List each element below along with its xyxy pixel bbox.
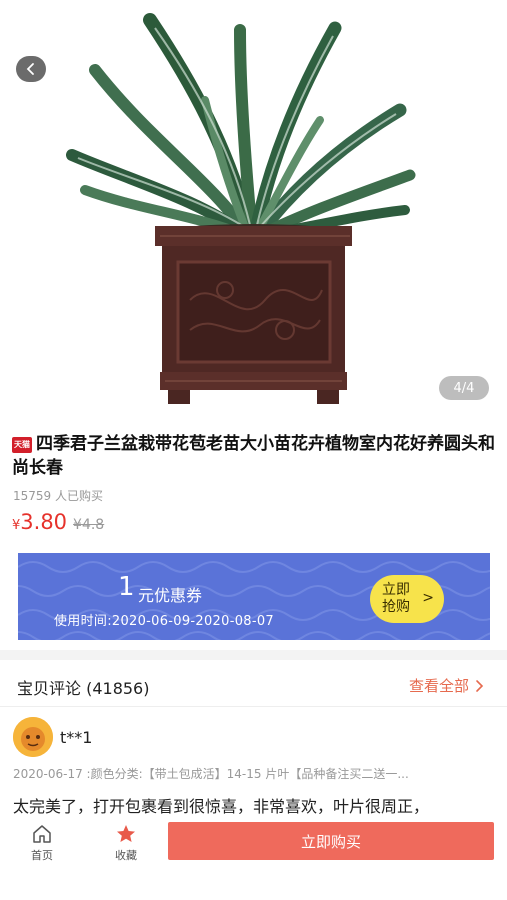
product-image[interactable]: 4/4 [0, 0, 507, 410]
buy-now-button[interactable]: 立即购买 [168, 822, 494, 860]
image-counter: 4/4 [439, 376, 489, 400]
review-user-name: t**1 [60, 728, 93, 747]
currency-symbol: ¥ [12, 518, 21, 533]
view-all-link[interactable]: 查看全部 [409, 675, 485, 696]
tab-home[interactable]: 首页 [12, 823, 72, 863]
plant-pot-photo [66, 13, 416, 404]
reviews-header: 宝贝评论 (41856) 查看全部 [0, 660, 507, 707]
original-price: ¥4.8 [73, 517, 105, 533]
coupon-validity: 使用时间:2020-06-09-2020-08-07 [54, 614, 274, 629]
avatar-icon [13, 717, 53, 757]
chevron-left-icon [26, 63, 34, 75]
home-icon [33, 825, 51, 843]
star-icon [117, 825, 135, 842]
review-text: 太完美了，打开包裹看到很惊喜，非常喜欢，叶片很周正， [13, 797, 430, 816]
reviews-title: 宝贝评论 (41856) [17, 679, 150, 698]
section-divider [0, 650, 507, 660]
coupon-amount: 1 [118, 572, 135, 602]
avatar [13, 717, 53, 757]
view-all-label: 查看全部 [408, 677, 469, 695]
chevron-right-icon: > [422, 590, 434, 606]
tab-favorite[interactable]: 收藏 [96, 823, 156, 863]
product-title: 四季君子兰盆栽带花苞老苗大小苗花卉植物室内花好养圆头和尚长春 [12, 434, 495, 478]
chevron-right-icon [476, 679, 484, 692]
sold-count: 15759 人已购买 [13, 489, 103, 503]
tmall-badge: 天猫 [12, 437, 32, 453]
tab-home-label: 首页 [31, 849, 53, 862]
price-row: ¥ 3.80 ¥4.8 [12, 510, 104, 534]
current-price: 3.80 [20, 510, 68, 534]
back-button[interactable] [16, 56, 46, 82]
grab-coupon-button[interactable]: 立即 抢购 > [370, 575, 444, 623]
grab-coupon-line2: 抢购 [382, 599, 410, 615]
tab-favorite-label: 收藏 [115, 849, 137, 862]
review-meta: 2020-06-17 :颜色分类:【带土包成活】14-15 片叶【品种备注买二送… [13, 767, 409, 781]
grab-coupon-line1: 立即 [382, 582, 410, 598]
coupon-unit: 元优惠券 [138, 586, 203, 605]
product-title-block: 天猫 四季君子兰盆栽带花苞老苗大小苗花卉植物室内花好养圆头和尚长春 [12, 432, 496, 480]
